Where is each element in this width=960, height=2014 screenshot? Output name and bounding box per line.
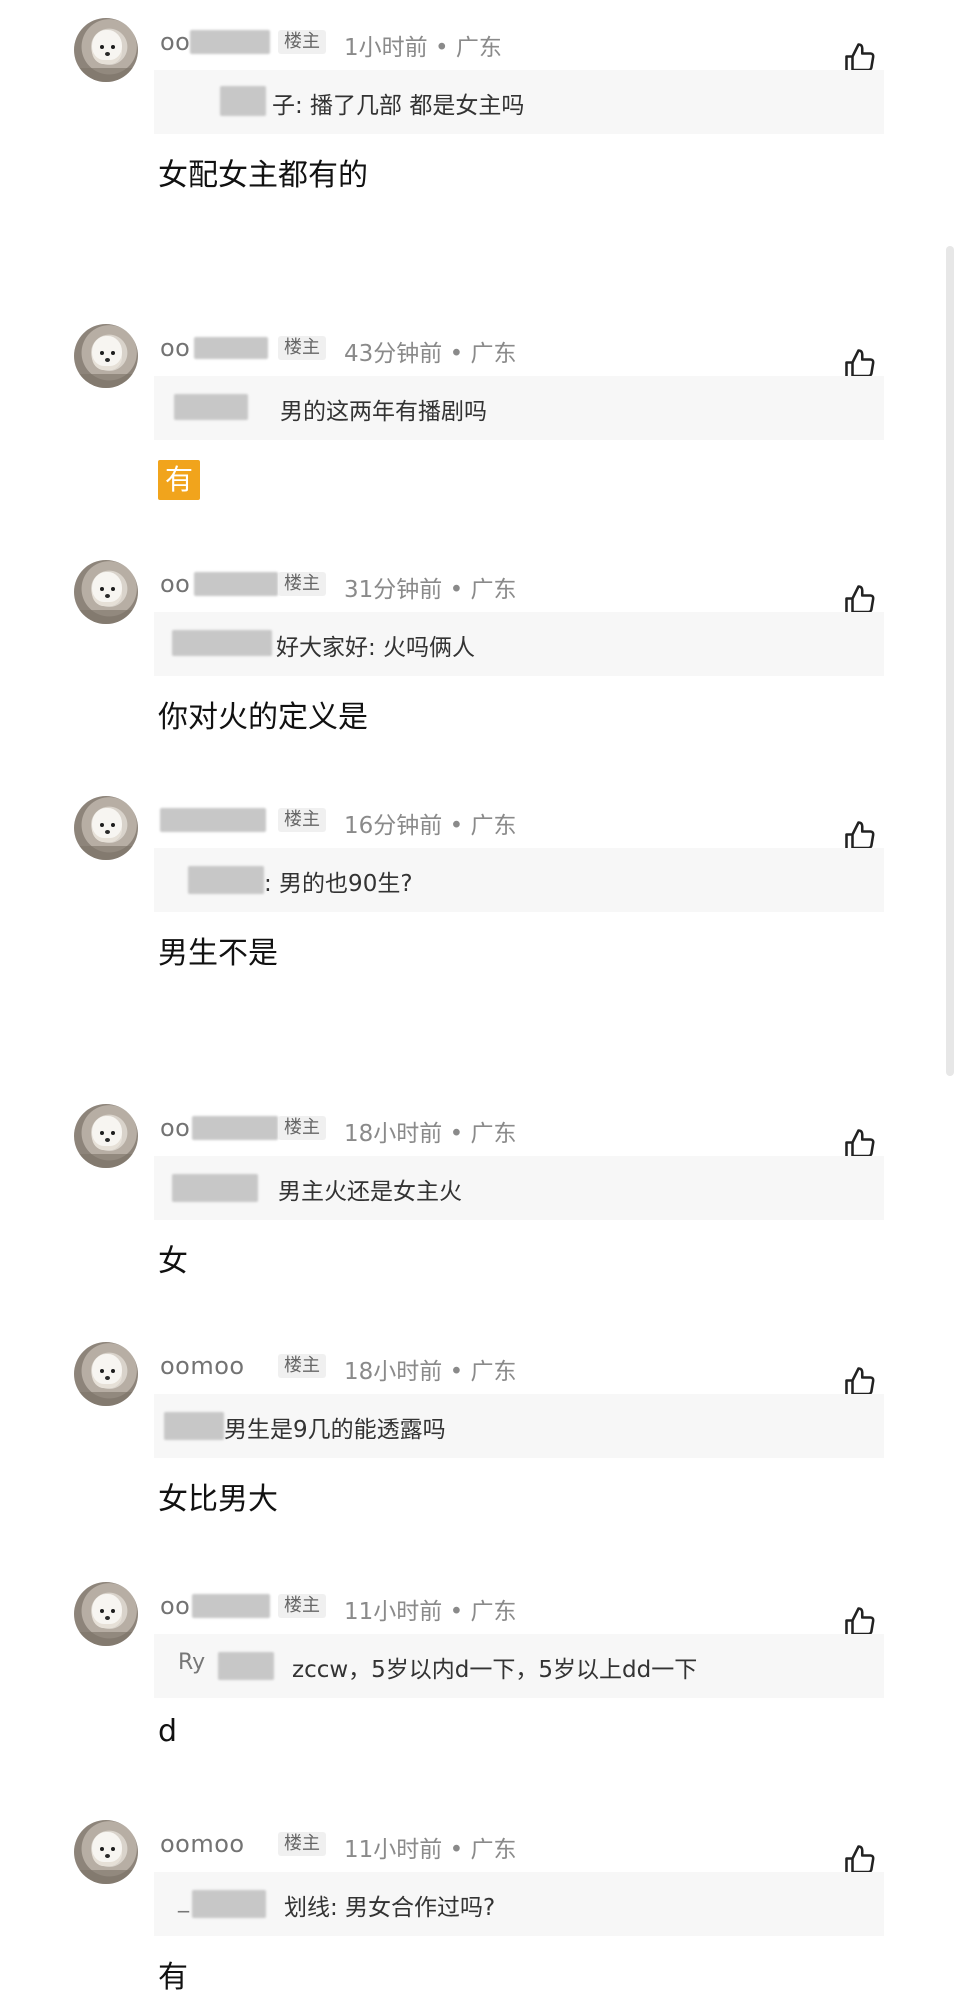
comment-time: 1小时前 • 广东 bbox=[344, 35, 502, 61]
redacted-name-block bbox=[190, 30, 270, 54]
quote-text: 男生是9几的能透露吗 bbox=[224, 1417, 446, 1443]
redacted-name-block bbox=[192, 1116, 278, 1140]
comment-item: oo 楼主 31分钟前 • 广东 好大家好: 火吗俩人 你对火的定义是 bbox=[0, 560, 960, 740]
redacted-quote-name bbox=[192, 1890, 266, 1918]
reply-text: d bbox=[158, 1714, 178, 1749]
redacted-name-block bbox=[192, 1594, 270, 1618]
quote-prefix: _ bbox=[178, 1888, 189, 1913]
redacted-name-block bbox=[194, 337, 268, 359]
redacted-quote-name bbox=[164, 1412, 224, 1440]
redacted-quote-name bbox=[218, 1652, 274, 1680]
comment-meta: oo 楼主 18小时前 • 广东 bbox=[160, 1114, 740, 1147]
comment-time: 43分钟前 • 广东 bbox=[344, 341, 517, 367]
comment-meta: oomoo 楼主 18小时前 • 广东 bbox=[160, 1352, 740, 1385]
op-badge: 楼主 bbox=[278, 336, 326, 360]
comment-meta: oomoo 楼主 11小时前 • 广东 bbox=[160, 1830, 740, 1863]
avatar[interactable] bbox=[74, 18, 138, 82]
comment-meta: oo 楼主 1小时前 • 广东 bbox=[160, 28, 740, 61]
reply-badge: 有 bbox=[158, 460, 200, 500]
reply-text: 男生不是 bbox=[158, 936, 278, 971]
quoted-reply[interactable]: Ry zccw，5岁以内d一下，5岁以上dd一下 bbox=[154, 1634, 884, 1698]
username[interactable]: oomoo bbox=[160, 1352, 245, 1380]
comment-item: 楼主 16分钟前 • 广东 : 男的也90生? 男生不是 bbox=[0, 796, 960, 976]
op-badge: 楼主 bbox=[278, 1832, 326, 1856]
username[interactable]: oo bbox=[160, 570, 190, 598]
comment-time: 18小时前 • 广东 bbox=[344, 1121, 517, 1147]
op-badge: 楼主 bbox=[278, 1116, 326, 1140]
op-badge: 楼主 bbox=[278, 30, 326, 54]
comment-item: oo 楼主 18小时前 • 广东 男主火还是女主火 女 bbox=[0, 1104, 960, 1284]
quoted-reply[interactable]: 男主火还是女主火 bbox=[154, 1156, 884, 1220]
quoted-reply[interactable]: 男生是9几的能透露吗 bbox=[154, 1394, 884, 1458]
username[interactable]: oo bbox=[160, 28, 190, 56]
quote-prefix: Ry bbox=[178, 1650, 206, 1675]
comment-item: oo 楼主 1小时前 • 广东 子: 播了几部 都是女主吗 女配女主都有的 bbox=[0, 18, 960, 218]
quote-text: : 男的也90生? bbox=[264, 871, 413, 897]
comment-time: 31分钟前 • 广东 bbox=[344, 577, 517, 603]
comment-time: 11小时前 • 广东 bbox=[344, 1837, 517, 1863]
quoted-reply[interactable]: 子: 播了几部 都是女主吗 bbox=[154, 70, 884, 134]
comment-meta: 楼主 16分钟前 • 广东 bbox=[160, 806, 740, 839]
username[interactable]: oo bbox=[160, 334, 190, 362]
op-badge: 楼主 bbox=[278, 808, 326, 832]
quoted-reply[interactable]: _ 划线: 男女合作过吗? bbox=[154, 1872, 884, 1936]
reply-text: 有 bbox=[158, 1960, 188, 1995]
redacted-quote-name bbox=[220, 86, 266, 116]
redacted-quote-name bbox=[172, 630, 272, 656]
reply-text: 女比男大 bbox=[158, 1482, 278, 1517]
quote-text: zccw，5岁以内d一下，5岁以上dd一下 bbox=[292, 1657, 698, 1683]
comment-item: oo 楼主 43分钟前 • 广东 男的这两年有播剧吗 bbox=[0, 324, 960, 524]
username[interactable]: oo bbox=[160, 1592, 190, 1620]
quoted-reply[interactable]: 男的这两年有播剧吗 bbox=[154, 376, 884, 440]
avatar[interactable] bbox=[74, 1820, 138, 1884]
reply-text: 女 bbox=[158, 1244, 188, 1279]
avatar[interactable] bbox=[74, 324, 138, 388]
quoted-reply[interactable]: 好大家好: 火吗俩人 bbox=[154, 612, 884, 676]
redacted-name-block bbox=[194, 572, 278, 596]
comment-time: 16分钟前 • 广东 bbox=[344, 813, 517, 839]
op-badge: 楼主 bbox=[278, 1594, 326, 1618]
reply-text: 女配女主都有的 bbox=[158, 158, 368, 193]
quote-text: 划线: 男女合作过吗? bbox=[284, 1895, 496, 1921]
avatar[interactable] bbox=[74, 796, 138, 860]
avatar[interactable] bbox=[74, 1342, 138, 1406]
comment-item: oo 楼主 11小时前 • 广东 Ry zccw，5岁以内d一下，5岁以上dd一… bbox=[0, 1582, 960, 1762]
avatar[interactable] bbox=[74, 560, 138, 624]
avatar[interactable] bbox=[74, 1104, 138, 1168]
comment-meta: oo 楼主 11小时前 • 广东 bbox=[160, 1592, 740, 1625]
redacted-quote-name bbox=[188, 866, 264, 894]
quote-text: 好大家好: 火吗俩人 bbox=[276, 635, 476, 661]
comment-item: oomoo 楼主 11小时前 • 广东 _ 划线: 男女合作过吗? 有 bbox=[0, 1820, 960, 2000]
comment-meta: oo 楼主 43分钟前 • 广东 bbox=[160, 334, 740, 367]
redacted-name-block bbox=[160, 808, 266, 832]
username[interactable]: oo bbox=[160, 1114, 190, 1142]
op-badge: 楼主 bbox=[278, 572, 326, 596]
comment-item: oomoo 楼主 18小时前 • 广东 男生是9几的能透露吗 女比男大 bbox=[0, 1342, 960, 1522]
op-badge: 楼主 bbox=[278, 1354, 326, 1378]
avatar[interactable] bbox=[74, 1582, 138, 1646]
quote-text: 男的这两年有播剧吗 bbox=[280, 399, 487, 425]
redacted-quote-name bbox=[172, 1174, 258, 1202]
quoted-reply[interactable]: : 男的也90生? bbox=[154, 848, 884, 912]
quote-text: 子: 播了几部 都是女主吗 bbox=[272, 93, 525, 119]
quote-text: 男主火还是女主火 bbox=[278, 1179, 462, 1205]
comment-meta: oo 楼主 31分钟前 • 广东 bbox=[160, 570, 740, 603]
redacted-quote-name bbox=[174, 394, 248, 420]
comment-time: 11小时前 • 广东 bbox=[344, 1599, 517, 1625]
username[interactable]: oomoo bbox=[160, 1830, 245, 1858]
comment-time: 18小时前 • 广东 bbox=[344, 1359, 517, 1385]
reply-text: 你对火的定义是 bbox=[158, 700, 368, 735]
